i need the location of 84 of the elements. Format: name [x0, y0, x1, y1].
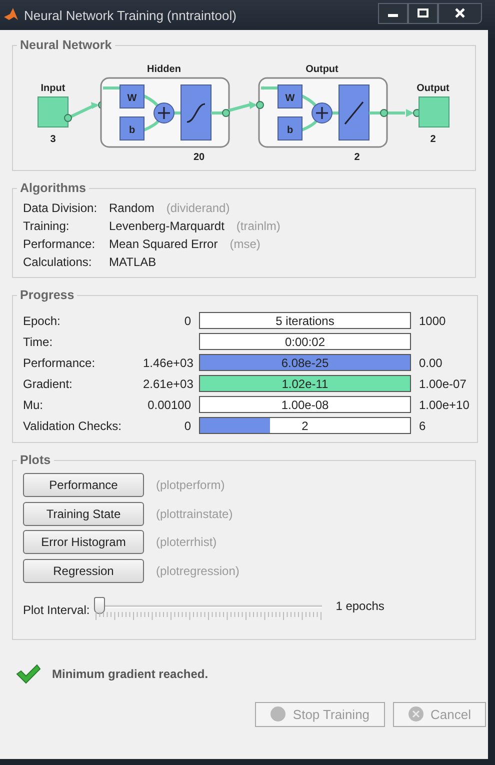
field-value: MATLAB	[109, 255, 156, 269]
progress-label: Validation Checks:	[23, 418, 122, 432]
connector-arrow	[369, 109, 421, 117]
status-message: Minimum gradient reached.	[52, 666, 208, 680]
start-value: 0	[183, 314, 191, 328]
close-icon	[454, 8, 466, 18]
input-label: Input	[40, 83, 66, 94]
weight-box	[278, 84, 302, 108]
function-name: (mse)	[230, 237, 260, 251]
window-title: Neural Network Training (nntraintool)	[24, 8, 236, 22]
end-value: 1.00e-07	[419, 376, 468, 390]
stop-icon	[270, 706, 286, 722]
plot-button[interactable]: Training State	[23, 502, 144, 526]
layer-title: Hidden	[147, 64, 181, 75]
weight-label: W	[127, 93, 137, 104]
function-name: (ploterrhist)	[156, 535, 217, 549]
end-value: 1000	[419, 314, 447, 328]
sigmoid-function-icon	[180, 84, 212, 140]
layer-size: 2	[354, 152, 360, 162]
plot-button[interactable]: Regression	[23, 558, 144, 582]
app-logo-icon	[4, 8, 18, 22]
group-title: Plots	[19, 453, 52, 467]
slider-thumb[interactable]	[94, 596, 105, 614]
linear-function-icon	[338, 84, 370, 140]
progress-label: Gradient:	[23, 376, 74, 390]
slider-value: 1 epochs	[336, 598, 384, 612]
progress-reading: 5 iterations	[276, 314, 334, 328]
maximize-button[interactable]	[408, 2, 438, 24]
progress-reading: 1.02e-11	[282, 376, 328, 390]
bias-box	[278, 116, 302, 140]
progress-label: Mu:	[23, 398, 44, 412]
sum-icon	[312, 102, 332, 124]
progress-label: Time:	[23, 334, 54, 348]
progress-reading: 2	[302, 418, 308, 432]
function-name: (plottrainstate)	[156, 506, 233, 520]
output-size: 2	[430, 134, 436, 145]
end-value: 0.00	[419, 356, 444, 370]
sum-icon	[154, 102, 174, 124]
start-value: 0.00100	[146, 398, 191, 412]
field-value: Levenberg-Marquardt	[109, 219, 224, 233]
bias-label: b	[286, 125, 294, 136]
weight-label: W	[285, 93, 295, 104]
function-name: (trainlm)	[236, 219, 280, 233]
group-title: Algorithms	[19, 181, 87, 195]
input-node	[38, 96, 68, 128]
bias-label: b	[128, 125, 136, 136]
connector-arrow	[210, 101, 264, 117]
close-button[interactable]	[438, 2, 482, 24]
progress-reading: 0:00:02	[284, 334, 326, 348]
output-node	[418, 96, 450, 128]
plot-button[interactable]: Performance	[23, 473, 144, 497]
cancel-icon	[408, 706, 424, 722]
bias-box	[120, 116, 144, 140]
field-label: Training:	[23, 219, 70, 233]
start-value: 1.46e+03	[143, 356, 191, 370]
layer-size: 20	[193, 152, 205, 162]
end-value: 6	[419, 418, 427, 432]
plot-button[interactable]: Error Histogram	[23, 530, 144, 554]
checkmark-icon	[16, 664, 41, 684]
slider-label: Plot Interval:	[23, 602, 90, 616]
input-size: 3	[50, 134, 56, 145]
start-value: 0	[183, 418, 191, 432]
field-label: Data Division:	[23, 201, 98, 215]
interval-slider[interactable]	[94, 596, 322, 622]
progress-reading: 6.08e-25	[281, 356, 329, 370]
progress-label: Performance:	[23, 356, 96, 370]
field-label: Performance:	[23, 237, 96, 251]
function-name: (plotperform)	[156, 478, 225, 492]
field-value: Mean Squared Error	[109, 237, 218, 251]
function-name: (plotregression)	[156, 564, 240, 578]
progress-label: Epoch:	[23, 314, 62, 328]
field-label: Calculations:	[23, 255, 93, 269]
group-title: Neural Network	[19, 38, 113, 52]
field-value: Random	[109, 201, 154, 215]
start-value: 2.61e+03	[143, 376, 191, 390]
maximize-icon	[417, 8, 429, 18]
group-title: Progress	[19, 288, 76, 302]
function-name: (dividerand)	[166, 201, 230, 215]
minimize-button[interactable]	[378, 2, 408, 24]
weight-box	[120, 84, 144, 108]
end-value: 1.00e+10	[419, 398, 470, 412]
layer-title: Output	[306, 64, 338, 75]
output-label: Output	[416, 83, 450, 94]
progress-reading: 1.00e-08	[281, 398, 329, 412]
